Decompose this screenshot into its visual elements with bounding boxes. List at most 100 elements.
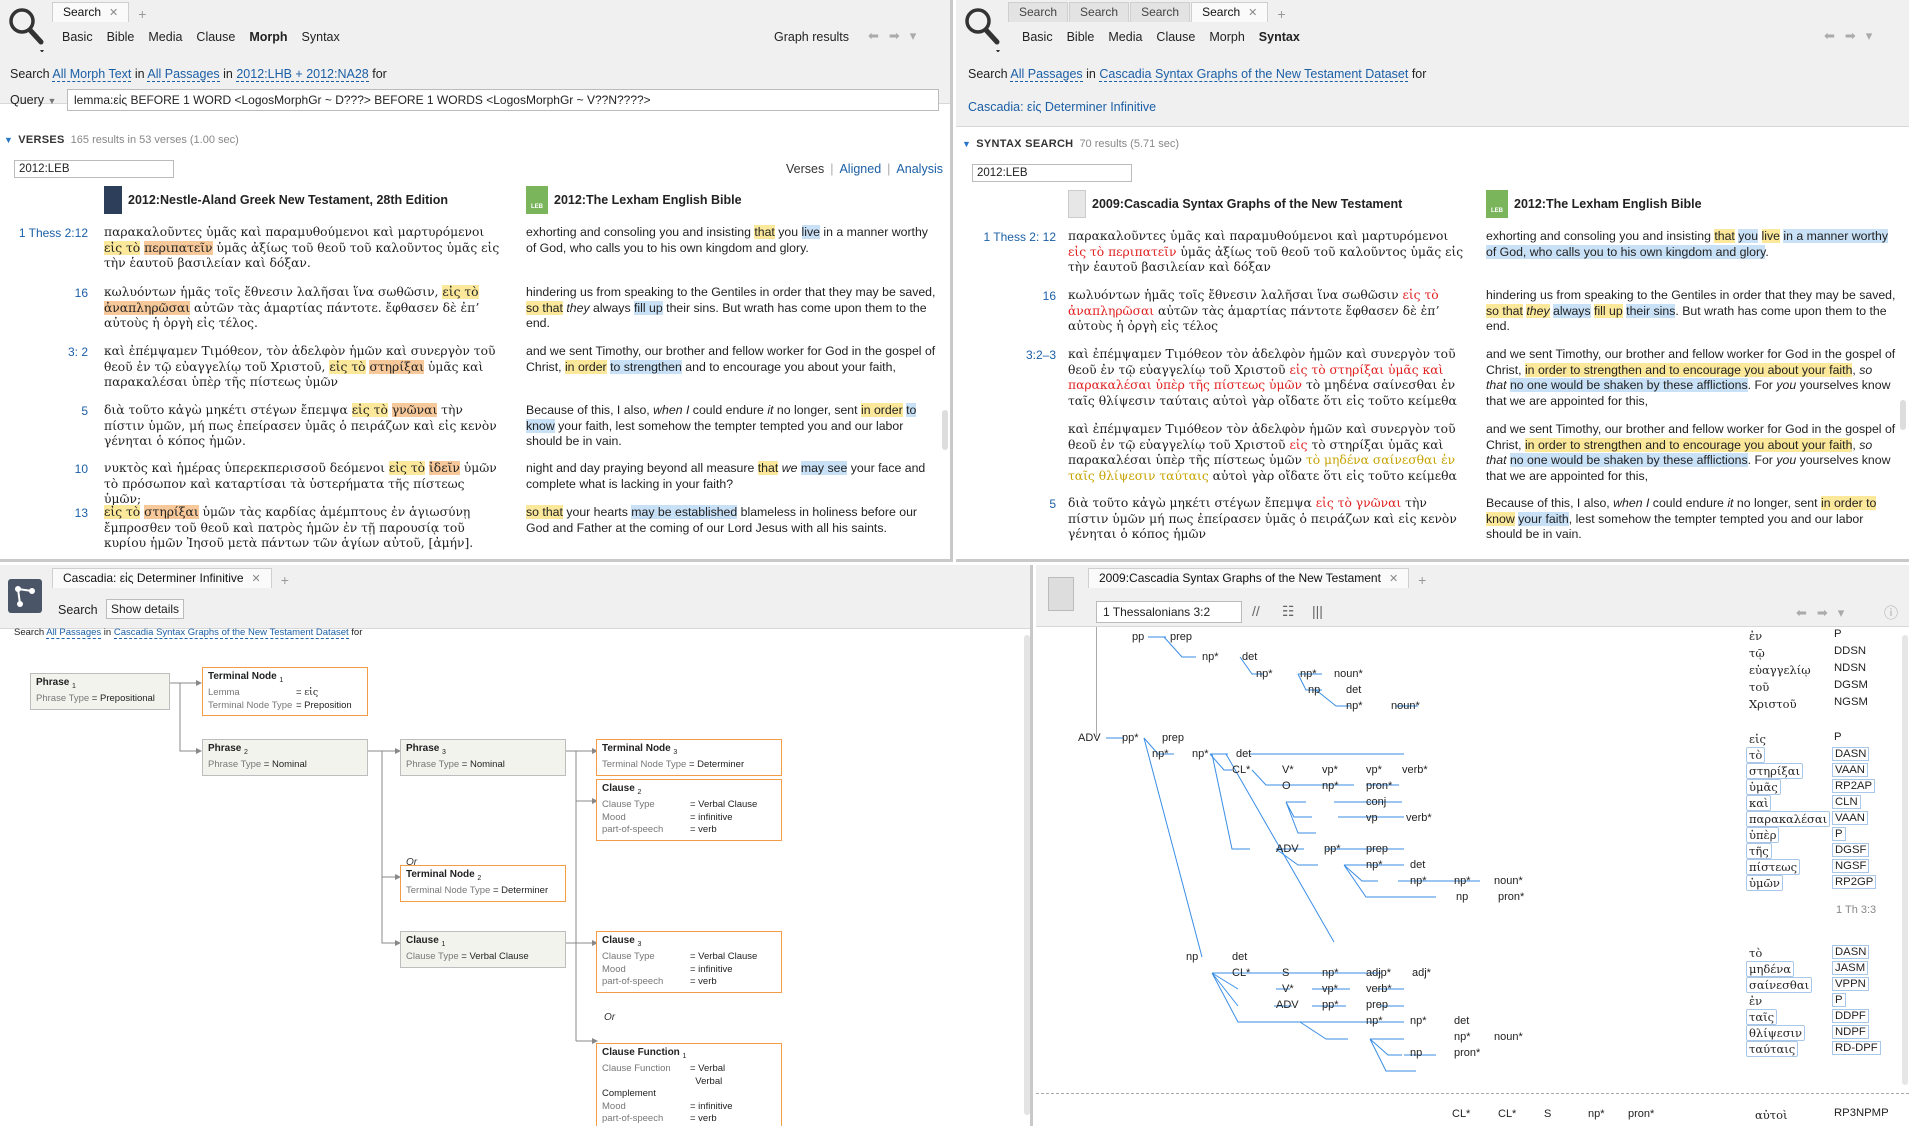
view-verses[interactable]: Verses xyxy=(786,162,824,176)
passage-range-link[interactable]: All Passages xyxy=(147,67,220,82)
passage-range-link[interactable]: All Passages xyxy=(1010,67,1083,82)
morph-code[interactable]: NDSN xyxy=(1832,662,1868,674)
morph-code[interactable]: VAAN xyxy=(1832,763,1868,777)
verse-ref-link[interactable]: 13 xyxy=(4,506,88,520)
morph-code[interactable]: DASN xyxy=(1832,747,1870,761)
tab-media[interactable]: Media xyxy=(1108,30,1142,44)
clause-node[interactable]: Clause 3 Clause Type = Verbal Clause Mood = … xyxy=(596,931,782,993)
close-icon[interactable]: ✕ xyxy=(109,7,118,19)
greek-word[interactable]: τὸ xyxy=(1746,747,1766,763)
morph-code[interactable]: DDSN xyxy=(1832,645,1868,657)
morph-code[interactable]: NGSF xyxy=(1832,859,1870,873)
resource-link[interactable]: 2012:LHB + 2012:NA28 xyxy=(236,67,369,82)
greek-word[interactable]: ἐν xyxy=(1746,993,1766,1009)
morph-code[interactable]: CLN xyxy=(1832,795,1861,809)
tab-morph[interactable]: Morph xyxy=(1209,30,1244,44)
morph-code[interactable]: JASM xyxy=(1832,961,1869,975)
greek-word[interactable]: Χριστοῦ xyxy=(1746,696,1800,712)
add-tab-icon[interactable]: + xyxy=(1269,6,1293,22)
search-field-link[interactable]: All Morph Text xyxy=(52,67,132,82)
tab-syntax[interactable]: Syntax xyxy=(302,30,340,44)
morph-code[interactable]: DGSM xyxy=(1832,679,1870,691)
greek-word[interactable]: τὸ xyxy=(1746,945,1766,961)
verse-ref-link[interactable]: 5 xyxy=(4,404,88,418)
syntax-section-header[interactable]: ▼ SYNTAX SEARCH 70 results (5.71 sec) xyxy=(962,138,1179,150)
verse-ref-link[interactable]: 3: 2 xyxy=(4,345,88,359)
phrase-node[interactable]: Phrase 3 Phrase Type = Nominal xyxy=(400,739,566,776)
tab-basic[interactable]: Basic xyxy=(62,30,93,44)
tab-bible[interactable]: Bible xyxy=(1067,30,1095,44)
greek-word[interactable]: τῆς xyxy=(1746,843,1772,859)
morph-code[interactable]: VAAN xyxy=(1832,811,1868,825)
terminal-node[interactable]: Terminal Node 1 Lemma = εἰς Terminal Node T… xyxy=(202,667,368,717)
saved-query-link[interactable]: Cascadia: εἰς Determiner Infinitive xyxy=(968,100,1156,114)
view-analysis[interactable]: Analysis xyxy=(896,162,943,176)
results-scrollbar[interactable] xyxy=(942,410,948,450)
terminal-node[interactable]: Terminal Node 3 Terminal Node Type = Dete… xyxy=(596,739,782,776)
add-tab-icon[interactable]: + xyxy=(130,6,154,22)
query-input[interactable]: lemma:εἰς BEFORE 1 WORD <LogosMorphGr ~ … xyxy=(67,89,939,111)
greek-word[interactable]: πίστεως xyxy=(1746,859,1801,875)
morph-code[interactable]: DGSF xyxy=(1832,843,1870,857)
verse-ref-link[interactable]: 16 xyxy=(4,286,88,300)
greek-word[interactable]: στηρίξαι xyxy=(1746,763,1803,779)
phrase-node[interactable]: Phrase 2 Phrase Type = Nominal xyxy=(202,739,368,776)
tab-media[interactable]: Media xyxy=(148,30,182,44)
morph-code[interactable]: RP3NPMP xyxy=(1832,1107,1891,1119)
verse-ref-link[interactable]: 1 Thess 2:12 xyxy=(4,226,88,240)
verse-ref-link[interactable]: 16 xyxy=(960,289,1056,303)
greek-word[interactable]: τοῦ xyxy=(1746,679,1773,695)
verses-section-header[interactable]: ▼ VERSES 165 results in 53 verses (1.00 se… xyxy=(4,134,239,146)
clause-function-node[interactable]: Clause Function 1 Clause Function = Verbal… xyxy=(596,1043,782,1126)
verse-ref-link[interactable]: 1 Thess 2: 12 xyxy=(960,230,1057,244)
greek-word[interactable]: σαίνεσθαι xyxy=(1746,977,1813,993)
morph-code[interactable]: DASN xyxy=(1832,945,1870,959)
verse-ref-link[interactable]: 3:2–3 xyxy=(960,348,1056,362)
tab-search[interactable]: Search xyxy=(1008,2,1069,22)
greek-word[interactable]: εὐαγγελίῳ xyxy=(1746,662,1814,678)
tab-morph[interactable]: Morph xyxy=(249,30,287,44)
graph-scrollbar[interactable] xyxy=(1902,635,1908,1085)
morph-code[interactable]: RP2AP xyxy=(1832,779,1876,793)
morph-code[interactable]: VPPN xyxy=(1832,977,1869,991)
greek-word[interactable]: ὑπὲρ xyxy=(1746,827,1780,843)
terminal-node[interactable]: Terminal Node 2 Terminal Node Type = Dete… xyxy=(400,865,566,902)
greek-word[interactable]: αὐτοὶ xyxy=(1752,1107,1791,1123)
dataset-link[interactable]: Cascadia Syntax Graphs of the New Testam… xyxy=(1099,67,1409,82)
greek-word[interactable]: ταύταις xyxy=(1746,1041,1799,1057)
greek-word[interactable]: ἐν xyxy=(1746,628,1766,644)
morph-code[interactable]: NDPF xyxy=(1832,1025,1869,1039)
history-arrows[interactable]: ⬅➡▾ xyxy=(868,28,926,44)
search-icon[interactable] xyxy=(962,4,1002,52)
greek-word[interactable]: ὑμῶν xyxy=(1746,875,1783,891)
close-icon[interactable]: ✕ xyxy=(1248,7,1257,19)
morph-code[interactable]: P xyxy=(1832,827,1846,841)
leb-column-header[interactable]: LEB 2012:The Lexham English Bible xyxy=(1486,190,1702,218)
results-scrollbar[interactable] xyxy=(1900,400,1906,430)
bible-selector-input[interactable]: 2012:LEB xyxy=(972,164,1132,182)
leb-column-header[interactable]: LEB 2012:The Lexham English Bible xyxy=(526,186,742,214)
greek-word[interactable]: μηδένα xyxy=(1746,961,1795,977)
view-aligned[interactable]: Aligned xyxy=(839,162,881,176)
search-icon[interactable] xyxy=(6,4,46,52)
verse-ref-link[interactable]: 10 xyxy=(4,462,88,476)
morph-code[interactable]: P xyxy=(1832,628,1844,640)
morph-code[interactable]: P xyxy=(1832,731,1844,743)
tab-search[interactable]: Search xyxy=(1130,2,1191,22)
graph-results-button[interactable]: Graph results xyxy=(774,30,849,44)
greek-word[interactable]: θλίψεσιν xyxy=(1746,1025,1806,1041)
tab-search[interactable]: Search xyxy=(1069,2,1130,22)
na28-column-header[interactable]: 2012:Nestle-Aland Greek New Testament, 2… xyxy=(104,186,448,214)
clause-node[interactable]: Clause 2 Clause Type = Verbal Clause Mood = … xyxy=(596,779,782,841)
tab-bible[interactable]: Bible xyxy=(107,30,135,44)
cascadia-column-header[interactable]: 2009:Cascadia Syntax Graphs of the New T… xyxy=(1068,190,1402,218)
greek-word[interactable]: παρακαλέσαι xyxy=(1746,811,1831,827)
editor-scrollbar[interactable] xyxy=(1024,635,1030,1115)
greek-word[interactable]: καὶ xyxy=(1746,795,1772,811)
tab-search[interactable]: Search ✕ xyxy=(52,2,130,22)
query-label[interactable]: Query ▼ xyxy=(10,93,56,107)
tab-syntax[interactable]: Syntax xyxy=(1259,30,1300,44)
verse-ref-link[interactable]: 5 xyxy=(960,497,1056,511)
tab-clause[interactable]: Clause xyxy=(196,30,235,44)
clause-node[interactable]: Clause 1 Clause Type = Verbal Clause xyxy=(400,931,566,968)
